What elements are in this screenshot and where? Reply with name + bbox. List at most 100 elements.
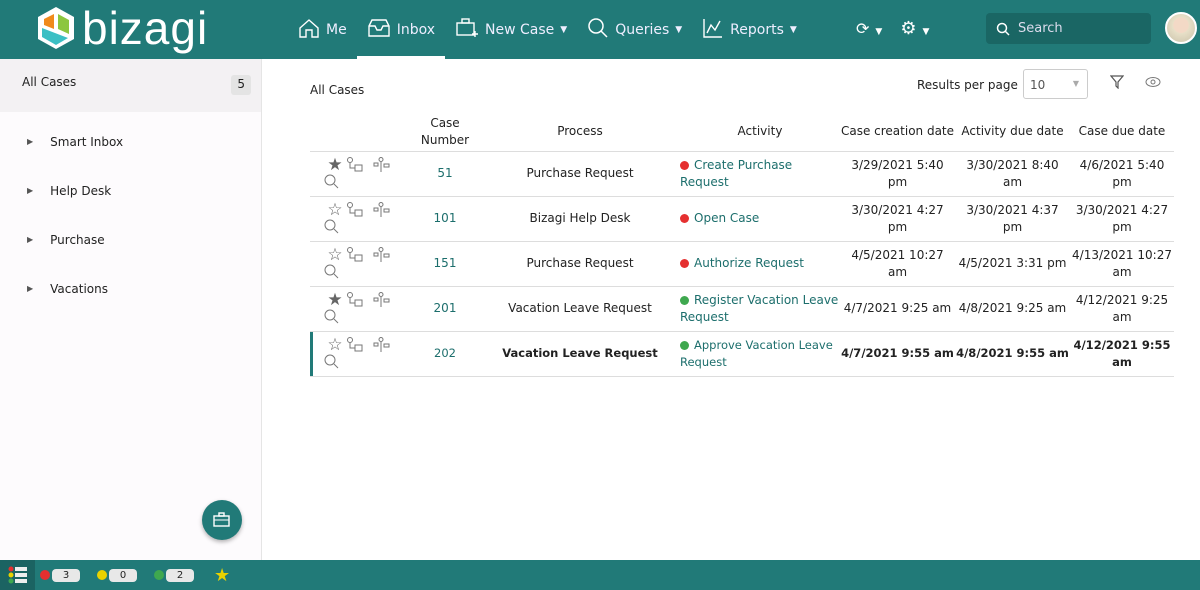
- column-header: [310, 113, 410, 152]
- column-header[interactable]: Process: [480, 113, 680, 152]
- yellow-count[interactable]: 0: [97, 568, 149, 582]
- footer-bar: 3 0 2 ★: [0, 560, 1200, 590]
- favorites-star-icon[interactable]: ★: [214, 565, 230, 586]
- star-outline-icon[interactable]: ☆: [324, 337, 346, 354]
- nav-inbox[interactable]: Inbox: [356, 0, 446, 59]
- list-menu-icon[interactable]: [0, 560, 35, 590]
- case-due-date: 4/13/2021 10:27 am: [1070, 241, 1174, 287]
- user-avatar[interactable]: [1165, 12, 1197, 44]
- activity-due-date: 4/8/2021 9:55 am: [955, 331, 1070, 377]
- case-number-link[interactable]: 151: [410, 241, 480, 287]
- bizagi-logo[interactable]: bizagi: [36, 5, 208, 51]
- status-dot-icon: [680, 160, 689, 170]
- eye-icon[interactable]: [1145, 76, 1161, 88]
- workflow-icon[interactable]: [346, 202, 364, 218]
- status-dot-icon: [680, 340, 689, 350]
- case-number-link[interactable]: 51: [410, 151, 480, 197]
- nav-queries[interactable]: Queries ▼: [577, 0, 692, 59]
- settings-gear-icon[interactable]: ⚙ ▼: [900, 18, 929, 39]
- case-number-link[interactable]: 101: [410, 196, 480, 242]
- process-map-icon[interactable]: [372, 292, 390, 308]
- green-count[interactable]: 2: [154, 568, 206, 582]
- case-due-date: 4/6/2021 5:40 pm: [1070, 151, 1174, 197]
- creation-date: 4/7/2021 9:55 am: [840, 331, 955, 377]
- workflow-icon[interactable]: [346, 337, 364, 353]
- process-map-icon[interactable]: [372, 157, 390, 173]
- process-cell: Vacation Leave Request: [480, 331, 680, 377]
- column-header[interactable]: Case creation date: [840, 113, 955, 152]
- case-number-link[interactable]: 201: [410, 286, 480, 332]
- star-outline-icon[interactable]: ☆: [324, 247, 346, 264]
- new-case-fab-button[interactable]: [202, 500, 242, 540]
- red-count[interactable]: 3: [40, 568, 92, 582]
- process-cell: Vacation Leave Request: [480, 286, 680, 332]
- inbox-icon: [367, 18, 397, 42]
- activity-due-date: 4/5/2021 3:31 pm: [955, 241, 1070, 287]
- activity-link[interactable]: Open Case: [680, 196, 840, 242]
- creation-date: 4/7/2021 9:25 am: [840, 286, 955, 332]
- star-filled-icon[interactable]: ★: [324, 157, 346, 174]
- creation-date: 3/29/2021 5:40 pm: [840, 151, 955, 197]
- creation-date: 3/30/2021 4:27 pm: [840, 196, 955, 242]
- activity-due-date: 4/8/2021 9:25 am: [955, 286, 1070, 332]
- caret-down-icon: ▼: [675, 24, 683, 35]
- star-outline-icon[interactable]: ☆: [324, 202, 346, 219]
- activity-link[interactable]: Register Vacation Leave Request: [680, 286, 840, 332]
- workflow-icon[interactable]: [346, 247, 364, 263]
- activity-link[interactable]: Authorize Request: [680, 241, 840, 287]
- expand-arrow-icon: ▶: [27, 186, 34, 195]
- expand-arrow-icon: ▶: [27, 235, 34, 244]
- caret-down-icon: ▼: [560, 24, 568, 35]
- magnifier-icon[interactable]: [324, 309, 340, 325]
- table-row[interactable]: ☆ 202 Vacation Leave Request Approve Vacati…: [310, 331, 1174, 377]
- nav-new-case[interactable]: New Case ▼: [445, 0, 577, 59]
- sidebar-item-smart-inbox[interactable]: ▶ Smart Inbox: [0, 117, 261, 166]
- workflow-icon[interactable]: [346, 292, 364, 308]
- expand-arrow-icon: ▶: [27, 284, 34, 293]
- filter-icon[interactable]: [1110, 75, 1124, 89]
- nav-reports[interactable]: Reports ▼: [692, 0, 807, 59]
- case-number-link[interactable]: 202: [410, 331, 480, 377]
- cases-table: Case Number Process Activity Case creation …: [310, 113, 1174, 377]
- status-dot-icon: [680, 295, 689, 305]
- activity-link[interactable]: Create Purchase Request: [680, 151, 840, 197]
- magnifier-icon[interactable]: [324, 174, 340, 190]
- workflow-icon[interactable]: [346, 157, 364, 173]
- home-icon: [298, 18, 326, 42]
- search-input[interactable]: Search: [986, 13, 1151, 44]
- process-map-icon[interactable]: [372, 247, 390, 263]
- sidebar-item-vacations[interactable]: ▶ Vacations: [0, 264, 261, 313]
- new-case-icon: [455, 17, 485, 43]
- column-header[interactable]: Activity due date: [955, 113, 1070, 152]
- table-row[interactable]: ☆ 101 Bizagi Help Desk Open Case 3/30/2021 4…: [310, 196, 1174, 242]
- column-header[interactable]: Case due date: [1070, 113, 1174, 152]
- briefcase-icon: [213, 512, 230, 527]
- sidebar-item-help-desk[interactable]: ▶ Help Desk: [0, 166, 261, 215]
- magnifier-icon[interactable]: [324, 219, 340, 235]
- process-cell: Purchase Request: [480, 241, 680, 287]
- table-row[interactable]: ★ 51 Purchase Request Create Purchase Reque…: [310, 151, 1174, 197]
- table-row[interactable]: ★ 201 Vacation Leave Request Register Vacat…: [310, 286, 1174, 332]
- activity-link[interactable]: Approve Vacation Leave Request: [680, 331, 840, 377]
- results-per-page-select[interactable]: 10 ▼: [1023, 69, 1088, 99]
- process-cell: Bizagi Help Desk: [480, 196, 680, 242]
- top-bar: bizagi Me Inbox New Case ▼ Queries ▼ Reports ▼ …: [0, 0, 1200, 59]
- process-map-icon[interactable]: [372, 337, 390, 353]
- results-per-page-label: Results per page: [917, 78, 1018, 92]
- chart-icon: [702, 17, 730, 43]
- sidebar-all-cases[interactable]: All Cases 5: [0, 59, 261, 112]
- process-cell: Purchase Request: [480, 151, 680, 197]
- page-title: All Cases: [310, 83, 365, 97]
- process-map-icon[interactable]: [372, 202, 390, 218]
- nav-me[interactable]: Me: [288, 0, 357, 59]
- count-badge: 5: [231, 75, 251, 95]
- column-header[interactable]: Case Number: [410, 113, 480, 152]
- activity-icon[interactable]: ⟳ ▼: [856, 19, 882, 38]
- sidebar-item-purchase[interactable]: ▶ Purchase: [0, 215, 261, 264]
- table-row[interactable]: ☆ 151 Purchase Request Authorize Request 4/5…: [310, 241, 1174, 287]
- magnifier-icon[interactable]: [324, 264, 340, 280]
- case-due-date: 4/12/2021 9:25 am: [1070, 286, 1174, 332]
- column-header[interactable]: Activity: [680, 113, 840, 152]
- star-filled-icon[interactable]: ★: [324, 292, 346, 309]
- magnifier-icon[interactable]: [324, 354, 340, 370]
